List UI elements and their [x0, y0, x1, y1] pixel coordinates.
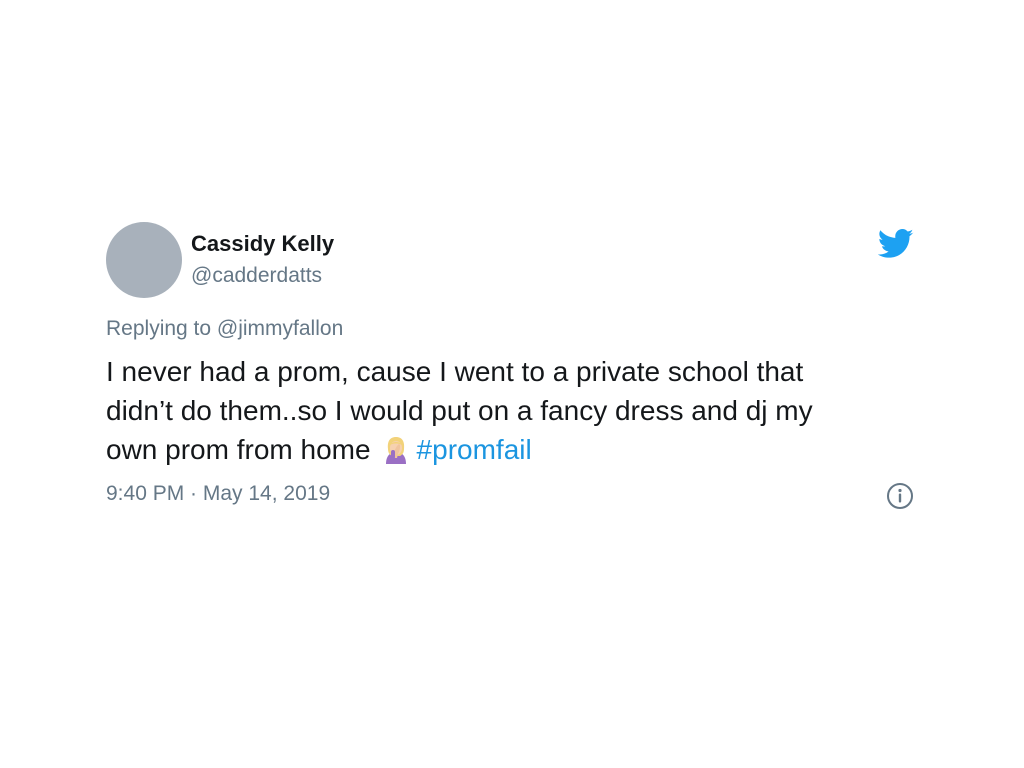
user-handle[interactable]: @cadderdatts	[191, 264, 322, 288]
reply-context: Replying to @jimmyfallon	[106, 317, 343, 341]
tweet-line-text: own prom from home	[106, 434, 371, 465]
avatar[interactable]	[106, 222, 182, 298]
tweet-line: I never had a prom, cause I went to a pr…	[106, 356, 804, 387]
display-name[interactable]: Cassidy Kelly	[191, 231, 334, 257]
tweet-line: own prom from home #promfail	[106, 430, 916, 469]
reply-prefix: Replying to	[106, 317, 212, 340]
page: Cassidy Kelly @cadderdatts Replying to @…	[0, 0, 1024, 768]
reply-mention-link[interactable]: @jimmyfallon	[217, 317, 343, 340]
tweet-line: didn’t do them..so I would put on a fanc…	[106, 395, 813, 426]
woman-facepalming-emoji	[385, 437, 406, 464]
hashtag-link[interactable]: #promfail	[417, 434, 532, 465]
info-icon[interactable]	[886, 482, 914, 510]
tweet-text: I never had a prom, cause I went to a pr…	[106, 352, 916, 469]
timestamp[interactable]: 9:40 PM · May 14, 2019	[106, 482, 330, 506]
tweet-card: Cassidy Kelly @cadderdatts Replying to @…	[92, 212, 932, 520]
twitter-bird-icon[interactable]	[878, 229, 914, 259]
